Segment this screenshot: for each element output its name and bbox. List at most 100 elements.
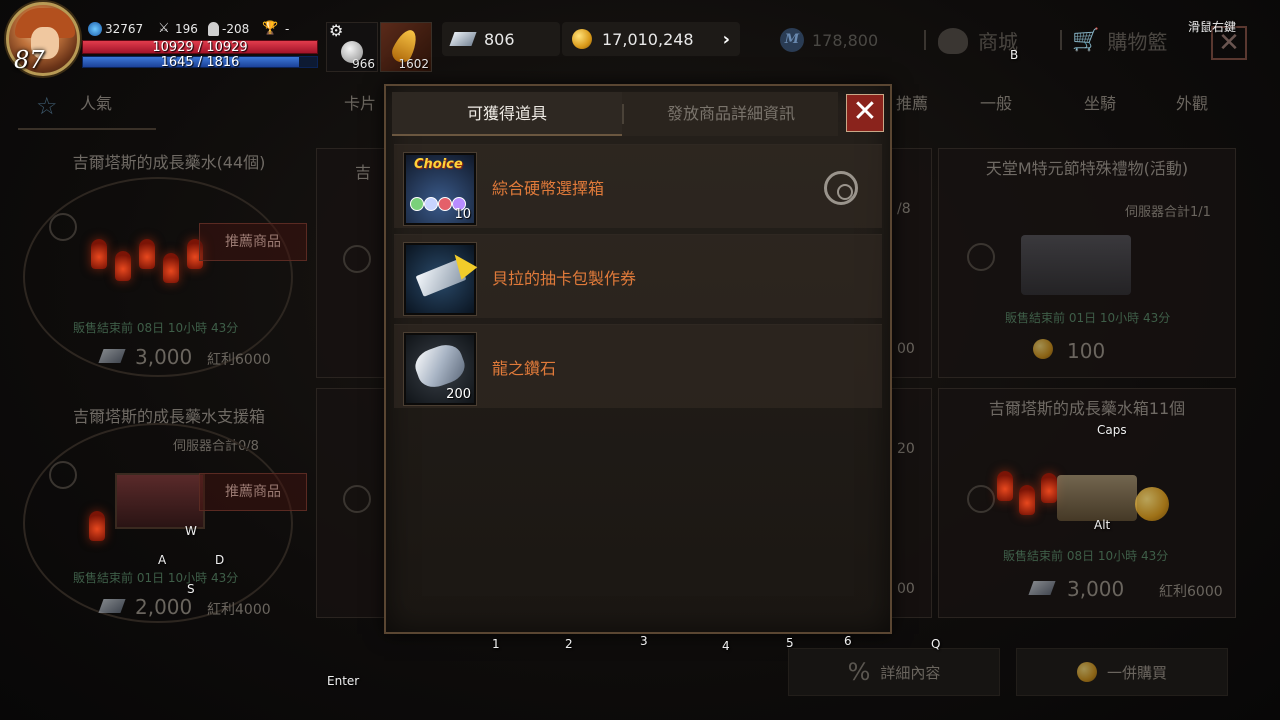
shop-card-support-box[interactable]: 吉爾塔斯的成長藥水支援箱 伺服器合計0/8 推薦商品 販售結束前 01日 10小…: [23, 392, 308, 623]
recommend-button[interactable]: 推薦商品: [199, 223, 307, 261]
search-icon[interactable]: [343, 485, 371, 513]
sword-icon: ⚔: [158, 21, 170, 36]
item-row[interactable]: 貝拉的抽卡包製作券: [394, 234, 882, 318]
power-value: 32767: [105, 22, 144, 36]
choice-badge: Choice: [414, 157, 463, 172]
gold-value: 17,010,248: [602, 29, 694, 49]
details-label: 詳細內容: [880, 663, 941, 682]
defense-value: -208: [222, 22, 250, 36]
diamond-icon: [449, 32, 477, 46]
tab-item-details[interactable]: 發放商品詳細資訊: [624, 92, 838, 136]
key-hint-enter: Enter: [327, 674, 360, 688]
tab-cosmetic[interactable]: 外觀: [1176, 90, 1208, 114]
hp-bar: 10929 / 10929: [82, 40, 318, 54]
close-modal-button[interactable]: ✕: [846, 94, 884, 132]
divider: [1060, 30, 1062, 50]
key-hint-s: S: [187, 582, 195, 596]
dragon-diamond-icon: 200: [404, 333, 476, 405]
shop-button[interactable]: 商城: [938, 26, 1018, 55]
quick-slot-feather[interactable]: 1602: [380, 22, 432, 72]
tab-underline: [18, 128, 156, 130]
modal-tabs: 可獲得道具 發放商品詳細資訊: [392, 92, 838, 136]
chevron-right-icon[interactable]: ›: [723, 29, 730, 50]
key-hint-5: 5: [786, 636, 794, 650]
character-level: 87: [14, 46, 45, 74]
attack-stat: ⚔ 196: [158, 21, 198, 37]
tab-popular[interactable]: 人氣: [80, 90, 112, 114]
tab-obtainable-items[interactable]: 可獲得道具: [392, 92, 622, 136]
gear-icon: ⚙: [329, 21, 344, 40]
trophy-value: -: [285, 22, 290, 36]
key-hint-w: W: [185, 524, 197, 538]
card-price: 100: [1067, 339, 1106, 363]
item-count: 200: [446, 387, 471, 402]
card-fraction-fragment: 20: [897, 441, 915, 457]
quick-slot-potion[interactable]: ⚙ 966: [326, 21, 378, 72]
diamond-value: 806: [484, 29, 515, 49]
diamond-icon: [1028, 581, 1056, 595]
cart-icon: 🛒: [1072, 28, 1100, 53]
sale-time: 販售結束前 08日 10小時 43分: [73, 321, 239, 335]
item-row[interactable]: 200 龍之鑽石: [394, 324, 882, 408]
helmet-icon: [208, 22, 219, 36]
shop-card-partial[interactable]: /8 00: [888, 148, 932, 378]
card-bonus: 紅利6000: [1159, 584, 1223, 600]
potion-icon: [1019, 485, 1035, 515]
tab-general[interactable]: 一般: [980, 90, 1012, 114]
buy-all-button[interactable]: 一併購買: [1016, 648, 1228, 696]
shop-card-partial[interactable]: [316, 388, 386, 618]
potion-icon: [139, 239, 155, 269]
gold-coin-icon: [572, 29, 592, 49]
shop-card-event-gift[interactable]: 天堂M特元節特殊禮物(活動) 伺服器合計1/1 販售結束前 01日 10小時 4…: [938, 148, 1236, 378]
mileage-value: 178,800: [812, 30, 879, 50]
search-icon[interactable]: [49, 213, 77, 241]
key-hint-q: Q: [931, 637, 941, 651]
card-title: 吉爾塔斯的成長藥水(44個): [72, 153, 266, 172]
divider: [924, 30, 926, 50]
search-icon[interactable]: [967, 485, 995, 513]
shop-card-partial[interactable]: 吉: [316, 148, 386, 378]
key-hint-4: 4: [722, 639, 730, 653]
recommend-button[interactable]: 推薦商品: [199, 473, 307, 511]
card-bonus: 紅利4000: [207, 602, 271, 618]
card-bonus: 紅利6000: [207, 352, 271, 368]
item-row[interactable]: Choice 10 綜合硬幣選擇箱: [394, 144, 882, 228]
tab-mount[interactable]: 坐騎: [1084, 90, 1116, 114]
trophy-stat: 🏆 -: [262, 21, 290, 37]
card-price-fragment: 00: [897, 581, 915, 597]
search-icon[interactable]: [49, 461, 77, 489]
key-hint-b: B: [1010, 48, 1019, 62]
potion-icon: [163, 253, 179, 283]
coin-icon: [424, 197, 438, 211]
key-hint-3: 3: [640, 634, 648, 648]
shop-card-growth-potion[interactable]: 吉爾塔斯的成長藥水(44個) 推薦商品 販售結束前 08日 10小時 43分 3…: [23, 142, 308, 382]
gold-coin-icon: [1135, 487, 1169, 521]
defense-stat: -208: [208, 22, 249, 36]
card-price: 3,000: [1067, 577, 1125, 601]
gift-box-icon: [1021, 235, 1131, 295]
key-hint-1: 1: [492, 637, 500, 651]
card-fraction-value: 8: [901, 201, 911, 217]
coin-icon: [410, 197, 424, 211]
search-icon[interactable]: [343, 245, 371, 273]
power-icon: [88, 22, 102, 36]
key-hint-alt: Alt: [1094, 518, 1111, 532]
shop-card-partial[interactable]: 20 00: [888, 388, 932, 618]
trophy-icon: 🏆: [262, 21, 279, 36]
shop-card-potion-box[interactable]: 吉爾塔斯的成長藥水箱11個 販售結束前 08日 10小時 43分 3,000 紅…: [938, 388, 1236, 618]
percent-icon: %: [847, 658, 871, 686]
search-icon[interactable]: [824, 171, 858, 205]
right-click-hint: 滑鼠右鍵: [1188, 20, 1237, 34]
tab-card[interactable]: 卡片: [344, 90, 376, 114]
money-bag-icon: [938, 27, 968, 54]
coin-icon: [438, 197, 452, 211]
details-button[interactable]: % 詳細內容: [788, 648, 1000, 696]
treasure-chest-icon: [1057, 475, 1137, 521]
attack-value: 196: [175, 22, 198, 36]
gold-coin-icon: [1076, 662, 1097, 682]
cart-button[interactable]: 🛒 購物籃: [1072, 26, 1167, 55]
potion-icon: [115, 251, 131, 281]
gold-balance[interactable]: 17,010,248 ›: [562, 22, 740, 56]
search-icon[interactable]: [967, 243, 995, 271]
tab-recommend[interactable]: 推薦: [896, 90, 928, 114]
